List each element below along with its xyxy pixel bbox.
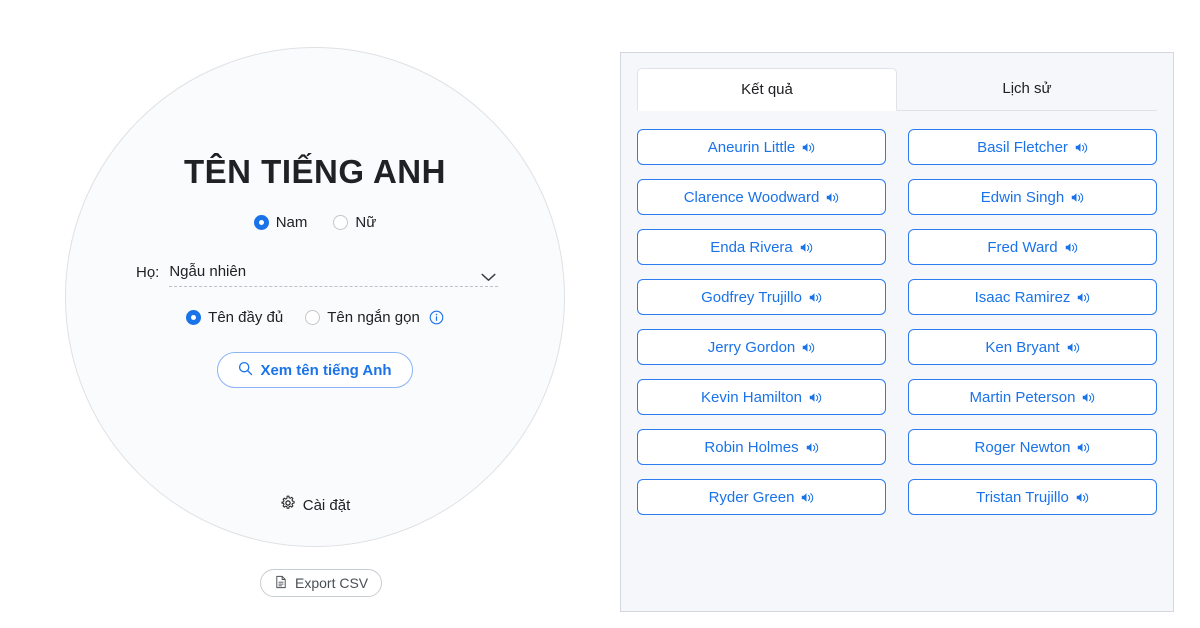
speaker-icon[interactable] xyxy=(1081,391,1095,404)
name-result-label: Martin Peterson xyxy=(969,388,1076,406)
radio-dot-short-name[interactable] xyxy=(305,310,321,325)
name-result-label: Fred Ward xyxy=(987,238,1058,256)
name-result-label: Jerry Gordon xyxy=(707,338,796,356)
name-result-button[interactable]: Enda Rivera xyxy=(637,229,886,265)
name-result-label: Godfrey Trujillo xyxy=(701,288,802,306)
surname-value: Ngẫu nhiên xyxy=(169,263,247,280)
name-result-button[interactable]: Kevin Hamilton xyxy=(637,379,886,415)
radio-dot-male[interactable] xyxy=(253,215,269,230)
name-result-button[interactable]: Martin Peterson xyxy=(908,379,1157,415)
radio-label-female: Nữ xyxy=(355,214,377,231)
radio-dot-female[interactable] xyxy=(333,215,349,230)
generator-panel: TÊN TIẾNG ANH Nam Nữ Họ: Ngẫu nhiên Tên … xyxy=(0,0,600,628)
speaker-icon[interactable] xyxy=(1070,191,1084,204)
name-result-button[interactable]: Aneurin Little xyxy=(637,129,886,165)
speaker-icon[interactable] xyxy=(1066,341,1080,354)
name-result-button[interactable]: Robin Holmes xyxy=(637,429,886,465)
name-result-button[interactable]: Jerry Gordon xyxy=(637,329,886,365)
radio-label-short-name: Tên ngắn gọn xyxy=(327,309,420,326)
speaker-icon[interactable] xyxy=(808,391,822,404)
speaker-icon[interactable] xyxy=(805,441,819,454)
name-result-button[interactable]: Tristan Trujillo xyxy=(908,479,1157,515)
name-result-label: Ryder Green xyxy=(708,488,795,506)
gear-icon xyxy=(280,495,296,515)
name-result-label: Basil Fletcher xyxy=(977,138,1068,156)
tab-history[interactable]: Lịch sử xyxy=(897,67,1157,110)
speaker-icon[interactable] xyxy=(1074,141,1088,154)
results-panel: Kết quả Lịch sử Aneurin Little Basil Flet… xyxy=(620,52,1174,612)
name-length-radio-group: Tên đầy đủ Tên ngắn gọn xyxy=(186,309,444,326)
settings-label: Cài đặt xyxy=(302,496,351,514)
radio-label-full-name: Tên đầy đủ xyxy=(208,309,284,326)
name-result-button[interactable]: Ken Bryant xyxy=(908,329,1157,365)
search-icon xyxy=(238,361,253,380)
name-result-button[interactable]: Ryder Green xyxy=(637,479,886,515)
name-result-button[interactable]: Godfrey Trujillo xyxy=(637,279,886,315)
view-english-name-button[interactable]: Xem tên tiếng Anh xyxy=(217,352,413,388)
name-result-label: Robin Holmes xyxy=(704,438,799,456)
name-result-button[interactable]: Roger Newton xyxy=(908,429,1157,465)
speaker-icon[interactable] xyxy=(801,341,815,354)
radio-option-female[interactable]: Nữ xyxy=(333,214,376,231)
radio-label-male: Nam xyxy=(275,214,308,231)
name-result-label: Kevin Hamilton xyxy=(701,388,802,406)
tab-history-label: Lịch sử xyxy=(1002,80,1052,97)
name-result-button[interactable]: Isaac Ramirez xyxy=(908,279,1157,315)
speaker-icon[interactable] xyxy=(1076,291,1090,304)
name-result-label: Isaac Ramirez xyxy=(974,288,1071,306)
name-result-label: Enda Rivera xyxy=(710,238,793,256)
gender-radio-group: Nam Nữ xyxy=(253,214,376,231)
radio-option-full-name[interactable]: Tên đầy đủ xyxy=(186,309,283,326)
page-title: TÊN TIẾNG ANH xyxy=(184,153,446,190)
name-result-label: Aneurin Little xyxy=(707,138,796,156)
tab-results-label: Kết quả xyxy=(741,81,793,98)
name-result-label: Edwin Singh xyxy=(980,188,1065,206)
name-result-button[interactable]: Fred Ward xyxy=(908,229,1157,265)
export-csv-label: Export CSV xyxy=(295,575,369,591)
surname-row: Họ: Ngẫu nhiên xyxy=(132,263,498,287)
surname-select[interactable]: Ngẫu nhiên xyxy=(169,263,498,287)
tab-bar: Kết quả Lịch sử xyxy=(637,67,1157,111)
tab-results[interactable]: Kết quả xyxy=(637,68,897,111)
name-result-button[interactable]: Edwin Singh xyxy=(908,179,1157,215)
export-csv-button[interactable]: Export CSV xyxy=(260,569,383,597)
speaker-icon[interactable] xyxy=(801,141,815,154)
name-result-button[interactable]: Basil Fletcher xyxy=(908,129,1157,165)
view-english-name-label: Xem tên tiếng Anh xyxy=(260,361,392,379)
surname-label: Họ: xyxy=(136,264,160,281)
name-result-button[interactable]: Clarence Woodward xyxy=(637,179,886,215)
name-result-label: Ken Bryant xyxy=(985,338,1060,356)
radio-option-short-name[interactable]: Tên ngắn gọn xyxy=(305,309,444,326)
info-icon[interactable] xyxy=(429,310,444,325)
chevron-down-icon xyxy=(481,273,496,282)
radio-option-male[interactable]: Nam xyxy=(253,214,308,231)
speaker-icon[interactable] xyxy=(1064,241,1078,254)
speaker-icon[interactable] xyxy=(825,191,839,204)
document-icon xyxy=(274,575,288,592)
speaker-icon[interactable] xyxy=(1075,491,1089,504)
name-result-label: Roger Newton xyxy=(974,438,1071,456)
name-result-label: Tristan Trujillo xyxy=(976,488,1069,506)
speaker-icon[interactable] xyxy=(799,241,813,254)
generator-content: TÊN TIẾNG ANH Nam Nữ Họ: Ngẫu nhiên Tên … xyxy=(65,47,565,547)
speaker-icon[interactable] xyxy=(800,491,814,504)
name-results-grid: Aneurin Little Basil Fletcher Clarence Woo… xyxy=(637,129,1157,515)
name-result-label: Clarence Woodward xyxy=(683,188,820,206)
speaker-icon[interactable] xyxy=(808,291,822,304)
settings-link[interactable]: Cài đặt xyxy=(65,495,565,515)
radio-dot-full-name[interactable] xyxy=(186,310,202,325)
speaker-icon[interactable] xyxy=(1076,441,1090,454)
